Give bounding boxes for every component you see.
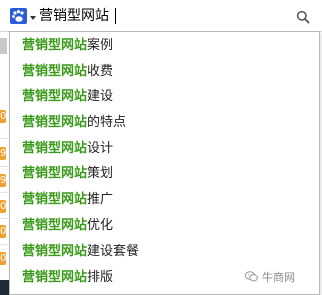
suggestion-item[interactable]: 营销型网站的特点 bbox=[22, 113, 126, 133]
background-divider bbox=[0, 138, 8, 139]
suggestion-match: 营销型网站 bbox=[22, 192, 88, 207]
suggestion-item[interactable]: 营销型网站推广 bbox=[22, 190, 113, 210]
background-badge-text: 0 bbox=[0, 111, 6, 122]
suggestion-completion: 设计 bbox=[87, 141, 114, 156]
suggestion-match: 营销型网站 bbox=[22, 244, 88, 259]
suggestion-item[interactable]: 营销型网站策划 bbox=[22, 164, 113, 184]
wechat-icon bbox=[244, 271, 258, 282]
background-badge-text: 9 bbox=[0, 175, 6, 186]
suggestion-item[interactable]: 营销型网站收费 bbox=[22, 62, 113, 82]
search-input[interactable]: 营销型网站 bbox=[39, 6, 109, 26]
suggestion-match: 营销型网站 bbox=[22, 218, 88, 233]
suggestion-match: 营销型网站 bbox=[22, 115, 88, 130]
suggestion-match: 营销型网站 bbox=[22, 38, 88, 53]
suggestion-item[interactable]: 营销型网站排版 bbox=[22, 268, 113, 288]
suggestion-item[interactable]: 营销型网站案例 bbox=[22, 36, 113, 56]
suggestion-completion: 排版 bbox=[87, 270, 114, 285]
chevron-down-icon bbox=[30, 16, 36, 20]
suggestion-match: 营销型网站 bbox=[22, 64, 88, 79]
text-cursor bbox=[115, 8, 116, 24]
background-divider bbox=[0, 192, 8, 193]
suggestion-match: 营销型网站 bbox=[22, 166, 88, 181]
suggestion-match: 营销型网站 bbox=[22, 270, 88, 285]
suggestion-completion: 推广 bbox=[87, 192, 114, 207]
suggestion-completion: 策划 bbox=[87, 166, 114, 181]
baidu-paw-icon bbox=[10, 8, 27, 24]
suggestion-completion: 的特点 bbox=[87, 115, 127, 130]
background-badge-text: 9 bbox=[0, 148, 6, 159]
suggestion-completion: 收费 bbox=[87, 64, 114, 79]
background-badge-text: 0 bbox=[0, 253, 6, 264]
suggestion-completion: 建设套餐 bbox=[87, 244, 140, 259]
suggestion-match: 营销型网站 bbox=[22, 89, 88, 104]
suggestion-match: 营销型网站 bbox=[22, 141, 88, 156]
background-badge-text: 0 bbox=[0, 201, 6, 212]
suggestion-completion: 建设 bbox=[87, 89, 114, 104]
suggestion-item[interactable]: 营销型网站优化 bbox=[22, 216, 113, 236]
background-divider bbox=[0, 244, 8, 245]
background-badge-text: 0 bbox=[0, 226, 6, 237]
search-button[interactable] bbox=[296, 9, 310, 24]
watermark-text: 牛商网 bbox=[262, 271, 295, 284]
suggestion-completion: 案例 bbox=[87, 38, 114, 53]
magnifier-icon bbox=[296, 10, 310, 24]
background-tab bbox=[0, 38, 7, 54]
search-engine-selector[interactable] bbox=[10, 7, 36, 25]
background-divider bbox=[0, 166, 8, 167]
suggestion-item[interactable]: 营销型网站建设 bbox=[22, 87, 113, 107]
background-divider bbox=[0, 218, 8, 219]
suggestion-item[interactable]: 营销型网站建设套餐 bbox=[22, 242, 139, 262]
watermark: 牛商网 bbox=[244, 270, 295, 286]
search-bar: 营销型网站 bbox=[0, 0, 322, 32]
suggestion-item[interactable]: 营销型网站设计 bbox=[22, 139, 113, 159]
suggestion-dropdown: 营销型网站案例 营销型网站收费 营销型网站建设 营销型网站的特点 营销型网站设计… bbox=[9, 31, 320, 295]
suggestion-completion: 优化 bbox=[87, 218, 114, 233]
